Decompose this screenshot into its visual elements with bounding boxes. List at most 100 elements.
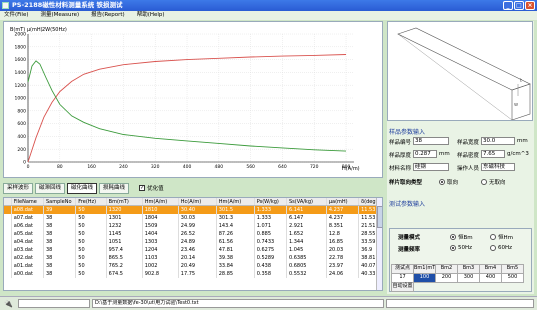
table-cell: 1.333 <box>255 206 287 214</box>
grid-scrollbar[interactable] <box>376 198 382 290</box>
table-row[interactable]: a03.dat 38 50 957.4 1204 23.46 47.81 0.6275 1.04… <box>4 246 382 254</box>
sample-width-input[interactable]: 30.0 <box>481 137 515 145</box>
table-cell: 23.46 <box>179 246 217 254</box>
table-cell: 28.85 <box>217 270 255 278</box>
setpoint-value-row: 17 100 200 300 400 500 <box>391 273 524 283</box>
freq-50-radio[interactable]: 50Hz <box>450 245 472 251</box>
grid-header-cell[interactable]: Hm(A/m) <box>143 198 179 205</box>
scroll-thumb[interactable] <box>377 206 382 228</box>
table-row[interactable]: a05.dat 38 50 1145 1404 26.52 87.26 0.885 1.652 1… <box>4 230 382 238</box>
setpoint-value[interactable]: 400 <box>479 273 502 283</box>
menu-help[interactable]: 帮助(Help) <box>137 11 165 20</box>
table-cell: 30.03 <box>179 214 217 222</box>
sample-diagram: t w <box>387 21 533 121</box>
table-cell: 301.3 <box>217 214 255 222</box>
mode-bm-radio[interactable]: 恒Bm <box>450 233 473 241</box>
table-row[interactable]: a06.dat 38 50 1232 1509 24.99 143.4 1.071 2.921 8… <box>4 222 382 230</box>
close-button[interactable]: × <box>525 1 535 10</box>
menu-measure[interactable]: 测量(Measure) <box>41 11 80 20</box>
grid-header-cell[interactable]: Hm(A/m) <box>217 198 255 205</box>
sample-no-label: 样品编号 <box>389 140 412 146</box>
table-row[interactable]: a01.dat 38 50 765.2 1002 20.49 33.84 0.438 0.680… <box>4 262 382 270</box>
table-cell: 1810 <box>143 206 179 214</box>
bh-chart: 02004006008001000120014001600180020000 80… <box>10 27 360 172</box>
table-cell: 0.885 <box>255 230 287 238</box>
table-cell: 50 <box>76 246 107 254</box>
radio-dot[interactable] <box>490 234 496 240</box>
table-cell: 1.333 <box>255 214 287 222</box>
optimize-checkbox[interactable]: ✓ 优化值 <box>139 184 164 192</box>
radio-dot[interactable] <box>490 245 496 251</box>
table-cell: 0.7433 <box>255 238 287 246</box>
thick-unit: mm <box>439 151 450 157</box>
grid-header-cell[interactable] <box>4 198 12 205</box>
menu-file[interactable]: 文件(File) <box>4 11 29 20</box>
table-cell: 38 <box>44 262 77 270</box>
table-row[interactable]: a02.dat 38 50 865.5 1103 20.14 39.38 0.5289 0.63… <box>4 254 382 262</box>
radio-dot[interactable] <box>450 234 456 240</box>
grid-header-cell[interactable]: Ps(W/kg) <box>255 198 287 205</box>
table-cell: a08.dat <box>12 206 44 214</box>
width-unit: mm <box>517 138 528 144</box>
checkbox-box[interactable]: ✓ <box>139 185 146 191</box>
radio-dot[interactable] <box>450 245 456 251</box>
table-row[interactable]: a07.dat 38 50 1301 1804 30.03 301.3 1.333 6.147 4… <box>4 214 382 222</box>
mode-hm-radio[interactable]: 恒Hm <box>490 233 513 241</box>
table-cell <box>4 206 12 214</box>
grid-header: FileName SampleNo Fre(Hz) Bm(mT) Hm(A/m) Hc(A… <box>4 198 382 206</box>
setpoint-value[interactable]: 500 <box>501 273 524 283</box>
table-cell: 38 <box>44 254 77 262</box>
setpoint-value[interactable]: 300 <box>457 273 480 283</box>
waveform-button[interactable]: 采样波形 <box>3 182 34 194</box>
data-grid: FileName SampleNo Fre(Hz) Bm(mT) Hm(A/m) Hc(A… <box>3 197 383 291</box>
oriented-radio[interactable]: 取向 <box>439 178 458 186</box>
table-cell: 0.6805 <box>287 262 327 270</box>
table-row[interactable]: a08.dat 39 50 1320 1810 30.40 301.5 1.333 6.141 4… <box>4 206 382 214</box>
radio-dot[interactable] <box>439 179 445 185</box>
table-cell: 12.8 <box>327 230 360 238</box>
radio-dot[interactable] <box>481 179 487 185</box>
grid-header-cell[interactable]: Hc(A/m) <box>179 198 217 205</box>
sample-width-label: 样品宽度 <box>457 140 480 146</box>
freq-60-radio[interactable]: 60Hz <box>490 245 512 251</box>
sample-density-input[interactable]: 7.65 <box>481 150 505 158</box>
grid-header-cell[interactable]: SampleNo <box>44 198 77 205</box>
operator-input[interactable]: 东磁科技 <box>481 163 515 171</box>
table-cell: 1232 <box>107 222 143 230</box>
table-cell: 1.344 <box>287 238 327 246</box>
grid-header-cell[interactable]: Ss(VA/kg) <box>287 198 327 205</box>
magnetization-button[interactable]: 磁化曲线 <box>67 182 98 194</box>
grid-header-cell[interactable]: Bm(mT) <box>107 198 143 205</box>
grid-header-cell[interactable]: Fre(Hz) <box>76 198 107 205</box>
table-cell: 1145 <box>107 230 143 238</box>
table-row[interactable]: a04.dat 38 50 1051 1303 24.89 61.56 0.7433 1.344… <box>4 238 382 246</box>
measure-section-title: 测试参数输入 <box>389 201 426 208</box>
material-input[interactable]: 硅钢 <box>413 163 449 171</box>
sample-thick-input[interactable]: 0.287 <box>413 150 437 158</box>
table-cell: 24.06 <box>327 270 360 278</box>
table-cell: 24.99 <box>179 222 217 230</box>
grid-header-cell[interactable]: μa(mH) <box>327 198 360 205</box>
non-oriented-radio[interactable]: 无取向 <box>481 178 506 186</box>
hysteresis-button[interactable]: 磁滞回线 <box>35 182 66 194</box>
table-cell: 38 <box>44 238 77 246</box>
minimize-button[interactable]: _ <box>503 1 513 10</box>
table-cell: 38 <box>44 270 77 278</box>
sample-no-input[interactable]: 38 <box>413 137 449 145</box>
table-cell <box>4 214 12 222</box>
menu-report[interactable]: 报告(Report) <box>91 11 125 20</box>
table-cell: 0.6385 <box>287 254 327 262</box>
table-cell: a03.dat <box>12 246 44 254</box>
auto-set-button[interactable]: 自动设置 <box>391 282 414 292</box>
table-row[interactable]: a00.dat 38 50 674.5 902.8 17.75 28.85 0.358 0.55… <box>4 270 382 278</box>
table-cell: 61.56 <box>217 238 255 246</box>
grid-header-cell[interactable]: FileName <box>12 198 44 205</box>
loss-curve-button[interactable]: 损耗曲线 <box>99 182 130 194</box>
table-cell: 0.5532 <box>287 270 327 278</box>
setpoint-value[interactable]: 100 <box>413 273 436 283</box>
table-cell: 50 <box>76 230 107 238</box>
setpoint-value[interactable]: 200 <box>435 273 458 283</box>
table-cell: 2.921 <box>287 222 327 230</box>
maximize-button[interactable]: □ <box>514 1 524 10</box>
table-cell: 16.85 <box>327 238 360 246</box>
